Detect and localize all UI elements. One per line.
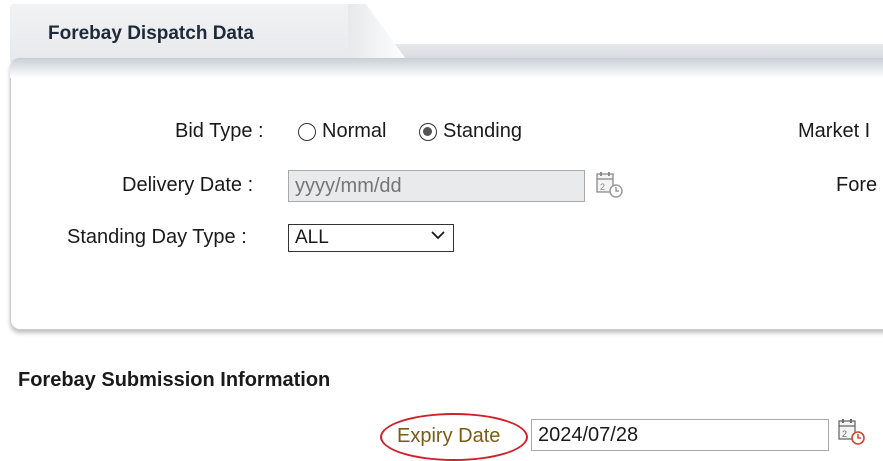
bid-type-standing-radio[interactable] <box>419 123 437 141</box>
standing-day-type-value: ALL <box>295 227 329 248</box>
calendar-icon[interactable]: 2 <box>836 417 866 447</box>
expiry-date-input[interactable] <box>531 419 829 451</box>
panel-header-shade <box>10 58 883 78</box>
chevron-down-icon <box>431 227 445 245</box>
svg-text:2: 2 <box>842 429 847 439</box>
standing-day-type-label: Standing Day Type : <box>67 226 247 248</box>
bid-type-label: Bid Type : <box>175 120 264 142</box>
expiry-date-label: Expiry Date <box>397 425 501 447</box>
tab-edge <box>348 4 408 62</box>
delivery-date-input[interactable] <box>288 170 585 202</box>
tab-forebay-dispatch-data[interactable]: Forebay Dispatch Data <box>10 4 350 62</box>
submission-section-title: Forebay Submission Information <box>18 369 331 391</box>
market-label: Market I <box>798 120 871 142</box>
svg-text:2: 2 <box>600 182 605 192</box>
standing-day-type-select[interactable]: ALL <box>288 224 454 252</box>
tab-strip: Forebay Dispatch Data <box>0 0 883 62</box>
calendar-icon[interactable]: 2 <box>594 170 624 200</box>
bid-type-normal-radio[interactable] <box>298 123 316 141</box>
bid-type-standing-label[interactable]: Standing <box>443 120 522 143</box>
tab-title: Forebay Dispatch Data <box>48 23 254 44</box>
fore-label: Fore <box>836 174 878 196</box>
delivery-date-label: Delivery Date : <box>122 174 254 196</box>
bid-type-normal-label[interactable]: Normal <box>322 120 386 143</box>
